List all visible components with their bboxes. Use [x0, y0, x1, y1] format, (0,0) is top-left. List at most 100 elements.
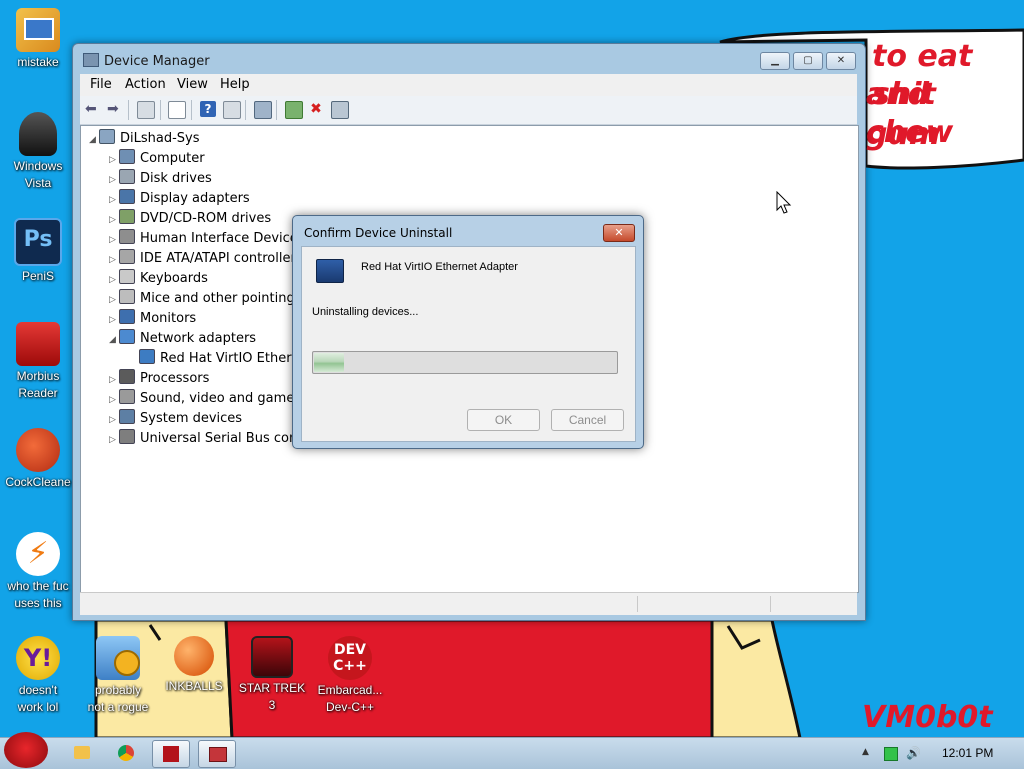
network-card-icon [139, 349, 155, 364]
menu-action[interactable]: Action [125, 77, 166, 92]
taskbar-device-manager-button[interactable] [198, 740, 236, 768]
progress-fill [314, 353, 345, 372]
expand-arrow-icon[interactable]: ▷ [109, 211, 119, 229]
character-body-right [710, 618, 802, 740]
tree-item-label: System devices [140, 411, 243, 426]
uninstall-icon[interactable]: ✖ [308, 101, 324, 117]
menu-view[interactable]: View [177, 77, 208, 92]
wallpaper-signature: VM0b0t [862, 700, 993, 735]
show-hide-action-pane-icon[interactable] [223, 101, 241, 119]
network-status-icon[interactable] [884, 747, 898, 761]
taskbar-star-trek-button[interactable] [152, 740, 190, 768]
close-button[interactable]: ✕ [826, 52, 856, 70]
start-button[interactable] [4, 732, 48, 768]
expand-arrow-icon[interactable]: ▷ [109, 411, 119, 429]
expand-arrow-icon[interactable]: ▷ [109, 251, 119, 269]
scan-hardware-icon[interactable] [254, 101, 272, 119]
inkball-icon [174, 636, 214, 676]
update-driver-icon[interactable] [285, 101, 303, 119]
tree-category[interactable]: ▷ Universal Serial Bus contr [109, 429, 308, 447]
mouse-icon [119, 289, 135, 304]
menu-file[interactable]: File [90, 77, 112, 92]
pdf-reader-icon [16, 322, 60, 366]
expand-arrow-icon[interactable]: ▷ [109, 311, 119, 329]
tree-category[interactable]: ▷ Human Interface Devices [109, 229, 305, 247]
tree-category[interactable]: ▷ IDE ATA/ATAPI controllers [109, 249, 303, 267]
tree-category[interactable]: ▷ Disk drives [109, 169, 212, 187]
desktop-icon-dev-cpp[interactable]: DEV C++ Embarcad... Dev-C++ [312, 636, 388, 716]
clock[interactable]: 12:01 PM [942, 746, 993, 760]
tree-item-label: Processors [140, 371, 210, 386]
expand-arrow-icon[interactable]: ▷ [109, 171, 119, 189]
tree-category[interactable]: ▷ Keyboards [109, 269, 208, 287]
desktop-icon-probably-not-rogue[interactable]: probably not a rogue [80, 636, 156, 716]
tree-item-label: Network adapters [140, 331, 257, 346]
ok-button[interactable]: OK [467, 409, 540, 431]
volume-icon[interactable]: 🔊 [906, 747, 921, 759]
tree-category[interactable]: ▷ Mice and other pointing d [109, 289, 307, 307]
mouse-cursor-icon [776, 191, 792, 214]
expand-arrow-icon[interactable]: ▷ [109, 231, 119, 249]
desktop-icon-star-trek[interactable]: STAR TREK 3 [234, 636, 310, 714]
tree-category[interactable]: ▷ Processors [109, 369, 209, 387]
collapse-arrow-icon[interactable]: ◢ [89, 131, 99, 149]
taskbar-chrome-button[interactable] [108, 740, 144, 766]
hid-icon [119, 229, 135, 244]
tree-item-label: Computer [140, 151, 205, 166]
help-icon[interactable]: ? [200, 101, 216, 117]
dialog-content: Red Hat VirtIO Ethernet Adapter Uninstal… [301, 246, 636, 442]
uninstall-status-text: Uninstalling devices... [312, 306, 419, 318]
tree-category[interactable]: ▷ Sound, video and game c [109, 389, 306, 407]
network-adapter-icon [316, 259, 344, 283]
toolbar: ⬅ ➡ ? ✖ [80, 96, 857, 125]
desktop-icon-morbius-reader[interactable]: Morbius Reader [0, 322, 76, 402]
desktop-icon-cockcleaner[interactable]: CockCleane [0, 428, 76, 491]
tree-category[interactable]: ▷ System devices [109, 409, 242, 427]
expand-arrow-icon[interactable]: ▷ [109, 391, 119, 409]
desktop-icon-yahoo[interactable]: Y! doesn't work lol [0, 636, 76, 716]
device-manager-icon [209, 747, 227, 762]
menu-help[interactable]: Help [220, 77, 250, 92]
show-hide-console-tree-icon[interactable] [137, 101, 155, 119]
desktop-icon-windows-vista[interactable]: Windows Vista [0, 112, 76, 192]
tree-category[interactable]: ▷ Display adapters [109, 189, 250, 207]
desktop-icon-lightning[interactable]: ⚡ who the fuc uses this [0, 532, 76, 612]
expand-arrow-icon[interactable]: ▷ [109, 271, 119, 289]
expand-arrow-icon[interactable]: ▷ [109, 151, 119, 169]
expand-arrow-icon[interactable]: ▷ [109, 431, 119, 449]
show-hidden-icons-icon[interactable]: ▲ [862, 747, 874, 759]
tree-category[interactable]: ▷ Computer [109, 149, 205, 167]
usb-icon [119, 429, 135, 444]
tree-root[interactable]: ◢ DiLshad-Sys [89, 129, 200, 147]
properties-icon[interactable] [168, 101, 186, 119]
disable-device-icon[interactable] [331, 101, 349, 119]
computer-icon [119, 149, 135, 164]
desktop-icon-inkballs[interactable]: INKBALLS [156, 636, 232, 695]
expand-arrow-icon[interactable]: ▷ [109, 371, 119, 389]
collapse-arrow-icon[interactable]: ◢ [109, 331, 119, 349]
back-arrow-icon[interactable]: ⬅ [85, 101, 101, 117]
desktop-icon-penis[interactable]: Ps PeniS [0, 218, 76, 285]
dialog-title: Confirm Device Uninstall [304, 226, 453, 240]
minimize-button[interactable]: ▁ [760, 52, 790, 70]
tree-category[interactable]: ▷ Monitors [109, 309, 196, 327]
tree-item-label: Display adapters [140, 191, 250, 206]
cancel-button[interactable]: Cancel [551, 409, 624, 431]
tree-category[interactable]: ◢ Network adapters [109, 329, 256, 347]
tree-category[interactable]: ▷ DVD/CD-ROM drives [109, 209, 271, 227]
speaker-icon [119, 389, 135, 404]
maximize-button[interactable]: ▢ [793, 52, 823, 70]
dvd-drive-icon [119, 209, 135, 224]
device-manager-icon [83, 53, 99, 67]
forward-arrow-icon[interactable]: ➡ [107, 101, 123, 117]
uninstall-progress-bar [312, 351, 618, 374]
expand-arrow-icon[interactable]: ▷ [109, 291, 119, 309]
confirm-uninstall-dialog[interactable]: Confirm Device Uninstall ✕ Red Hat VirtI… [292, 215, 644, 449]
taskbar-explorer-button[interactable] [64, 740, 100, 766]
system-devices-icon [119, 409, 135, 424]
desktop-icon-mistake[interactable]: mistake [0, 8, 76, 71]
tree-item-label: Keyboards [140, 271, 208, 286]
dialog-close-button[interactable]: ✕ [603, 224, 635, 242]
tree-device-item[interactable]: Red Hat VirtIO Etherne [129, 349, 308, 367]
expand-arrow-icon[interactable]: ▷ [109, 191, 119, 209]
